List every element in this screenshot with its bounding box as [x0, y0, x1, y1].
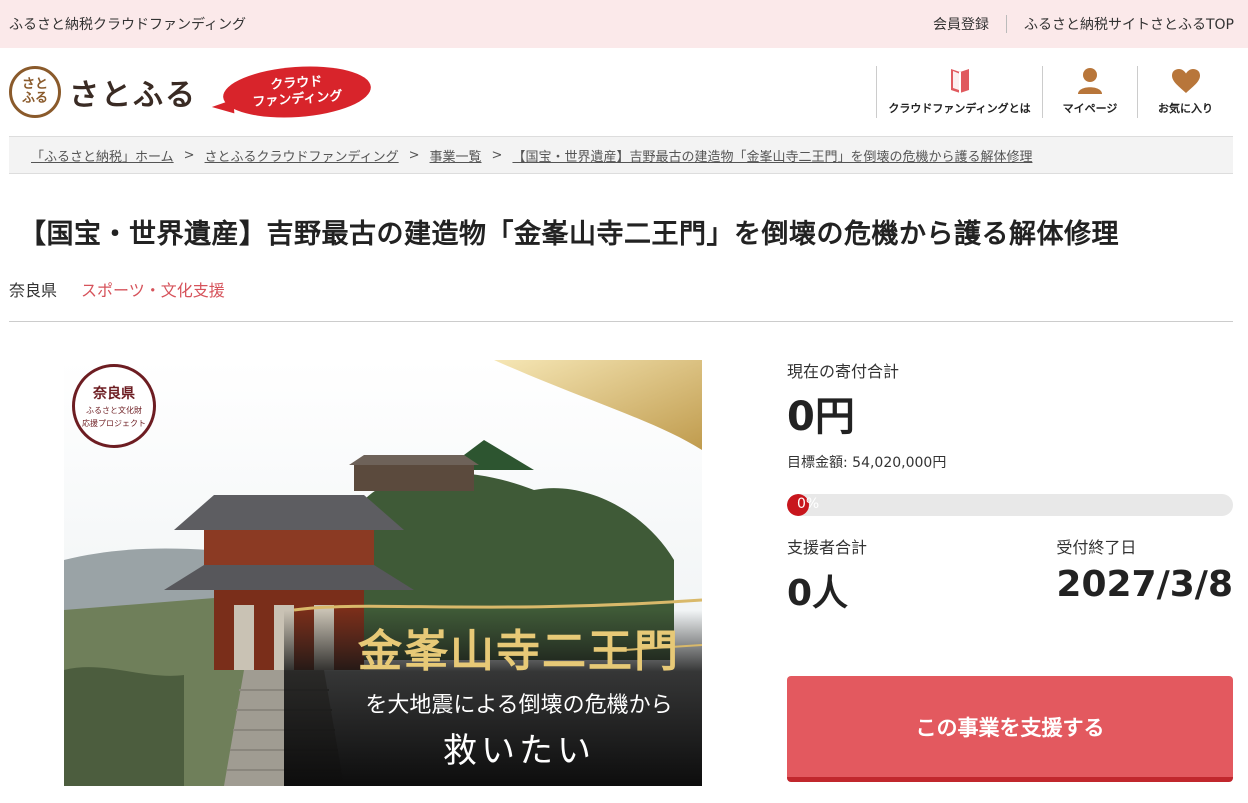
- project-main: 奈良県 ふるさと文化財 応援プロジェクト 金峯山寺二王門 を大地震による倒壊の危…: [0, 322, 1248, 802]
- breadcrumb-current[interactable]: 【国宝・世界遺産】吉野最古の建造物「金峯山寺二王門」を倒壊の危機から護る解体修理: [512, 146, 1032, 165]
- project-seal: 奈良県 ふるさと文化財 応援プロジェクト: [72, 364, 156, 448]
- brand-logo[interactable]: さとふる さとふる クラウド ファンディング: [9, 61, 373, 123]
- progress-percent: 0%: [797, 496, 820, 512]
- breadcrumb-separator: >: [183, 147, 195, 163]
- logo-seal: さとふる: [9, 66, 61, 118]
- supporters-block: 支援者合計 0人: [787, 534, 867, 616]
- breadcrumb-separator: >: [491, 147, 503, 163]
- brand-name: さとふる: [69, 78, 197, 113]
- hero-tagline: 救いたい: [443, 731, 595, 771]
- breadcrumb-project-list[interactable]: 事業一覧: [430, 146, 482, 165]
- hero-headline: 金峯山寺二王門: [358, 626, 680, 677]
- top-links: 会員登録 ふるさと納税サイトさとふるTOP: [933, 14, 1234, 34]
- current-total-label: 現在の寄付合計: [787, 362, 900, 381]
- supporters-label: 支援者合計: [787, 538, 868, 557]
- goal-amount: 目標金額: 54,020,000円: [787, 455, 947, 471]
- support-button[interactable]: この事業を支援する: [787, 676, 1233, 782]
- hero-subline: を大地震による倒壊の危機から: [365, 693, 673, 718]
- nav-about-crowdfunding[interactable]: クラウドファンディングとは: [876, 66, 1042, 118]
- user-icon: [1078, 68, 1102, 94]
- crowdfunding-badge: クラウド ファンディング: [221, 61, 373, 123]
- breadcrumb-crowdfunding[interactable]: さとふるクラウドファンディング: [205, 146, 399, 165]
- breadcrumb-home[interactable]: 「ふるさと納税」ホーム: [31, 146, 174, 165]
- nav-favorites[interactable]: お気に入り: [1137, 66, 1233, 118]
- top-divider: [1005, 15, 1007, 33]
- supporters-count: 0人: [787, 573, 849, 614]
- site-header: さとふる さとふる クラウド ファンディング クラウドファンディングとは マイペ…: [0, 48, 1248, 136]
- register-link[interactable]: 会員登録: [933, 14, 989, 34]
- heart-icon: [1171, 69, 1200, 93]
- deadline-label: 受付終了日: [1056, 538, 1137, 557]
- satofull-top-link[interactable]: ふるさと納税サイトさとふるTOP: [1024, 14, 1234, 34]
- category-link[interactable]: スポーツ・文化支援: [81, 277, 225, 301]
- page-title: 【国宝・世界遺産】吉野最古の建造物「金峯山寺二王門」を倒壊の危機から護る解体修理: [19, 219, 1119, 250]
- deadline-block: 受付終了日 2027/3/8: [1056, 534, 1233, 616]
- prefecture-label: 奈良県: [9, 281, 58, 300]
- hero-image: 奈良県 ふるさと文化財 応援プロジェクト 金峯山寺二王門 を大地震による倒壊の危…: [64, 360, 702, 786]
- funding-panel: 現在の寄付合計 0円 目標金額: 54,020,000円 0% 支援者合計 0人…: [787, 358, 1233, 782]
- nav-mypage[interactable]: マイページ: [1042, 66, 1137, 118]
- progress-bar: 0%: [787, 494, 1233, 516]
- header-nav: クラウドファンディングとは マイページ お気に入り: [876, 66, 1233, 118]
- hero-caption: 金峯山寺二王門 を大地震による倒壊の危機から 救いたい: [358, 615, 680, 772]
- breadcrumb-separator: >: [408, 147, 420, 163]
- top-bar: ふるさと納税クラウドファンディング 会員登録 ふるさと納税サイトさとふるTOP: [0, 0, 1248, 48]
- deadline-date: 2027/3/8: [1056, 564, 1233, 605]
- funding-stats: 支援者合計 0人 受付終了日 2027/3/8: [787, 534, 1233, 616]
- site-name[interactable]: ふるさと納税クラウドファンディング: [9, 14, 246, 34]
- book-icon: [950, 69, 969, 93]
- current-total-value: 0円: [787, 394, 855, 440]
- breadcrumb: 「ふるさと納税」ホーム > さとふるクラウドファンディング > 事業一覧 > 【…: [9, 136, 1233, 174]
- project-meta: 奈良県 スポーツ・文化支援: [0, 251, 1248, 301]
